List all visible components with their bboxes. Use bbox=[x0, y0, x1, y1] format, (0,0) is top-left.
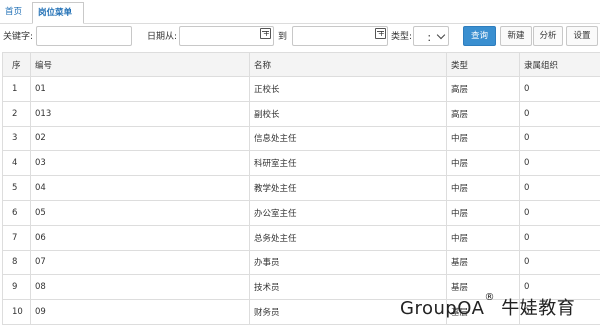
cell-seq: 6 bbox=[2, 199, 31, 226]
table-row[interactable]: 7 06 总务处主任 中层 0 bbox=[2, 224, 600, 251]
settings-button[interactable]: 设置 bbox=[566, 26, 598, 46]
watermark: GroupOA® 牛娃教育 bbox=[400, 292, 576, 320]
registered-mark: ® bbox=[484, 292, 495, 303]
type-select[interactable]: ： bbox=[413, 26, 449, 46]
table-row[interactable]: 3 02 信息处主任 中层 0 bbox=[2, 125, 600, 152]
cell-org: 0 bbox=[519, 150, 600, 177]
chevron-down-icon bbox=[436, 30, 446, 40]
cell-name: 副校长 bbox=[249, 100, 447, 127]
cell-code: 09 bbox=[30, 299, 250, 325]
cell-seq: 4 bbox=[2, 150, 31, 177]
cell-seq: 2 bbox=[2, 100, 31, 127]
calendar-icon[interactable] bbox=[260, 28, 271, 39]
keyword-label: 关键字: bbox=[3, 32, 34, 42]
cell-code: 06 bbox=[30, 224, 250, 251]
cell-name: 科研室主任 bbox=[249, 150, 447, 177]
date-to-input[interactable] bbox=[292, 26, 388, 46]
watermark-brand: GroupOA bbox=[400, 298, 485, 319]
table-row[interactable]: 2 013 副校长 高层 0 bbox=[2, 100, 600, 127]
cell-code: 05 bbox=[30, 199, 250, 226]
cell-name: 信息处主任 bbox=[249, 125, 447, 152]
tab-job-menu-label: 岗位菜单 bbox=[38, 8, 73, 18]
cell-org: 0 bbox=[519, 224, 600, 251]
cell-type: 中层 bbox=[446, 150, 520, 177]
cell-type: 高层 bbox=[446, 76, 520, 102]
date-from-label: 日期从: bbox=[147, 32, 178, 42]
date-to-label: 到 bbox=[278, 32, 288, 42]
cell-code: 013 bbox=[30, 100, 250, 127]
table-row[interactable]: 6 05 办公室主任 中层 0 bbox=[2, 199, 600, 226]
cell-code: 04 bbox=[30, 175, 250, 201]
table-header-row: 序 编号 名称 类型 隶属组织 bbox=[2, 52, 600, 77]
tab-home[interactable]: 首页 bbox=[0, 2, 27, 24]
cell-name: 总务处主任 bbox=[249, 224, 447, 251]
cell-type: 中层 bbox=[446, 175, 520, 201]
table-row[interactable]: 4 03 科研室主任 中层 0 bbox=[2, 150, 600, 177]
watermark-suffix: 牛娃教育 bbox=[494, 298, 576, 319]
cell-org: 0 bbox=[519, 125, 600, 152]
column-header-type[interactable]: 类型 bbox=[446, 52, 520, 77]
type-select-value: ： bbox=[427, 34, 437, 44]
cell-code: 01 bbox=[30, 76, 250, 102]
cell-type: 基层 bbox=[446, 249, 520, 276]
cell-org: 0 bbox=[519, 100, 600, 127]
table-row[interactable]: 8 07 办事员 基层 0 bbox=[2, 249, 600, 276]
new-button[interactable]: 新建 bbox=[500, 26, 532, 46]
cell-code: 02 bbox=[30, 125, 250, 152]
cell-name: 正校长 bbox=[249, 76, 447, 102]
analyze-button[interactable]: 分析 bbox=[533, 26, 563, 46]
table-row[interactable]: 1 01 正校长 高层 0 bbox=[2, 76, 600, 102]
cell-org: 0 bbox=[519, 249, 600, 276]
cell-name: 教学处主任 bbox=[249, 175, 447, 201]
cell-code: 03 bbox=[30, 150, 250, 177]
column-header-code[interactable]: 编号 bbox=[30, 52, 250, 77]
job-table: 序 编号 名称 类型 隶属组织 1 01 正校长 高层 0 2 013 副校长 … bbox=[2, 52, 600, 325]
cell-code: 07 bbox=[30, 249, 250, 276]
cell-type: 中层 bbox=[446, 199, 520, 226]
search-toolbar: 关键字: 日期从: 到 类型: ： 查询 新建 分析 设置 bbox=[0, 24, 600, 48]
tab-bar: 首页 岗位菜单× bbox=[0, 0, 600, 38]
type-label: 类型: bbox=[391, 32, 413, 42]
cell-name: 办公室主任 bbox=[249, 199, 447, 226]
tab-home-label: 首页 bbox=[5, 7, 23, 17]
cell-org: 0 bbox=[519, 199, 600, 226]
cell-name: 办事员 bbox=[249, 249, 447, 276]
cell-code: 08 bbox=[30, 274, 250, 301]
table-row[interactable]: 5 04 教学处主任 中层 0 bbox=[2, 175, 600, 201]
column-header-name[interactable]: 名称 bbox=[249, 52, 447, 77]
cell-seq: 10 bbox=[2, 299, 31, 325]
cell-org: 0 bbox=[519, 175, 600, 201]
query-button[interactable]: 查询 bbox=[463, 26, 496, 46]
keyword-input[interactable] bbox=[36, 26, 132, 46]
column-header-org[interactable]: 隶属组织 bbox=[519, 52, 600, 77]
cell-seq: 9 bbox=[2, 274, 31, 301]
column-header-seq[interactable]: 序 bbox=[2, 52, 31, 77]
tab-job-menu[interactable]: 岗位菜单× bbox=[32, 2, 84, 38]
cell-type: 中层 bbox=[446, 125, 520, 152]
cell-seq: 7 bbox=[2, 224, 31, 251]
cell-seq: 8 bbox=[2, 249, 31, 276]
calendar-icon[interactable] bbox=[375, 28, 386, 39]
cell-seq: 1 bbox=[2, 76, 31, 102]
cell-type: 中层 bbox=[446, 224, 520, 251]
cell-type: 高层 bbox=[446, 100, 520, 127]
cell-org: 0 bbox=[519, 76, 600, 102]
cell-seq: 3 bbox=[2, 125, 31, 152]
cell-seq: 5 bbox=[2, 175, 31, 201]
